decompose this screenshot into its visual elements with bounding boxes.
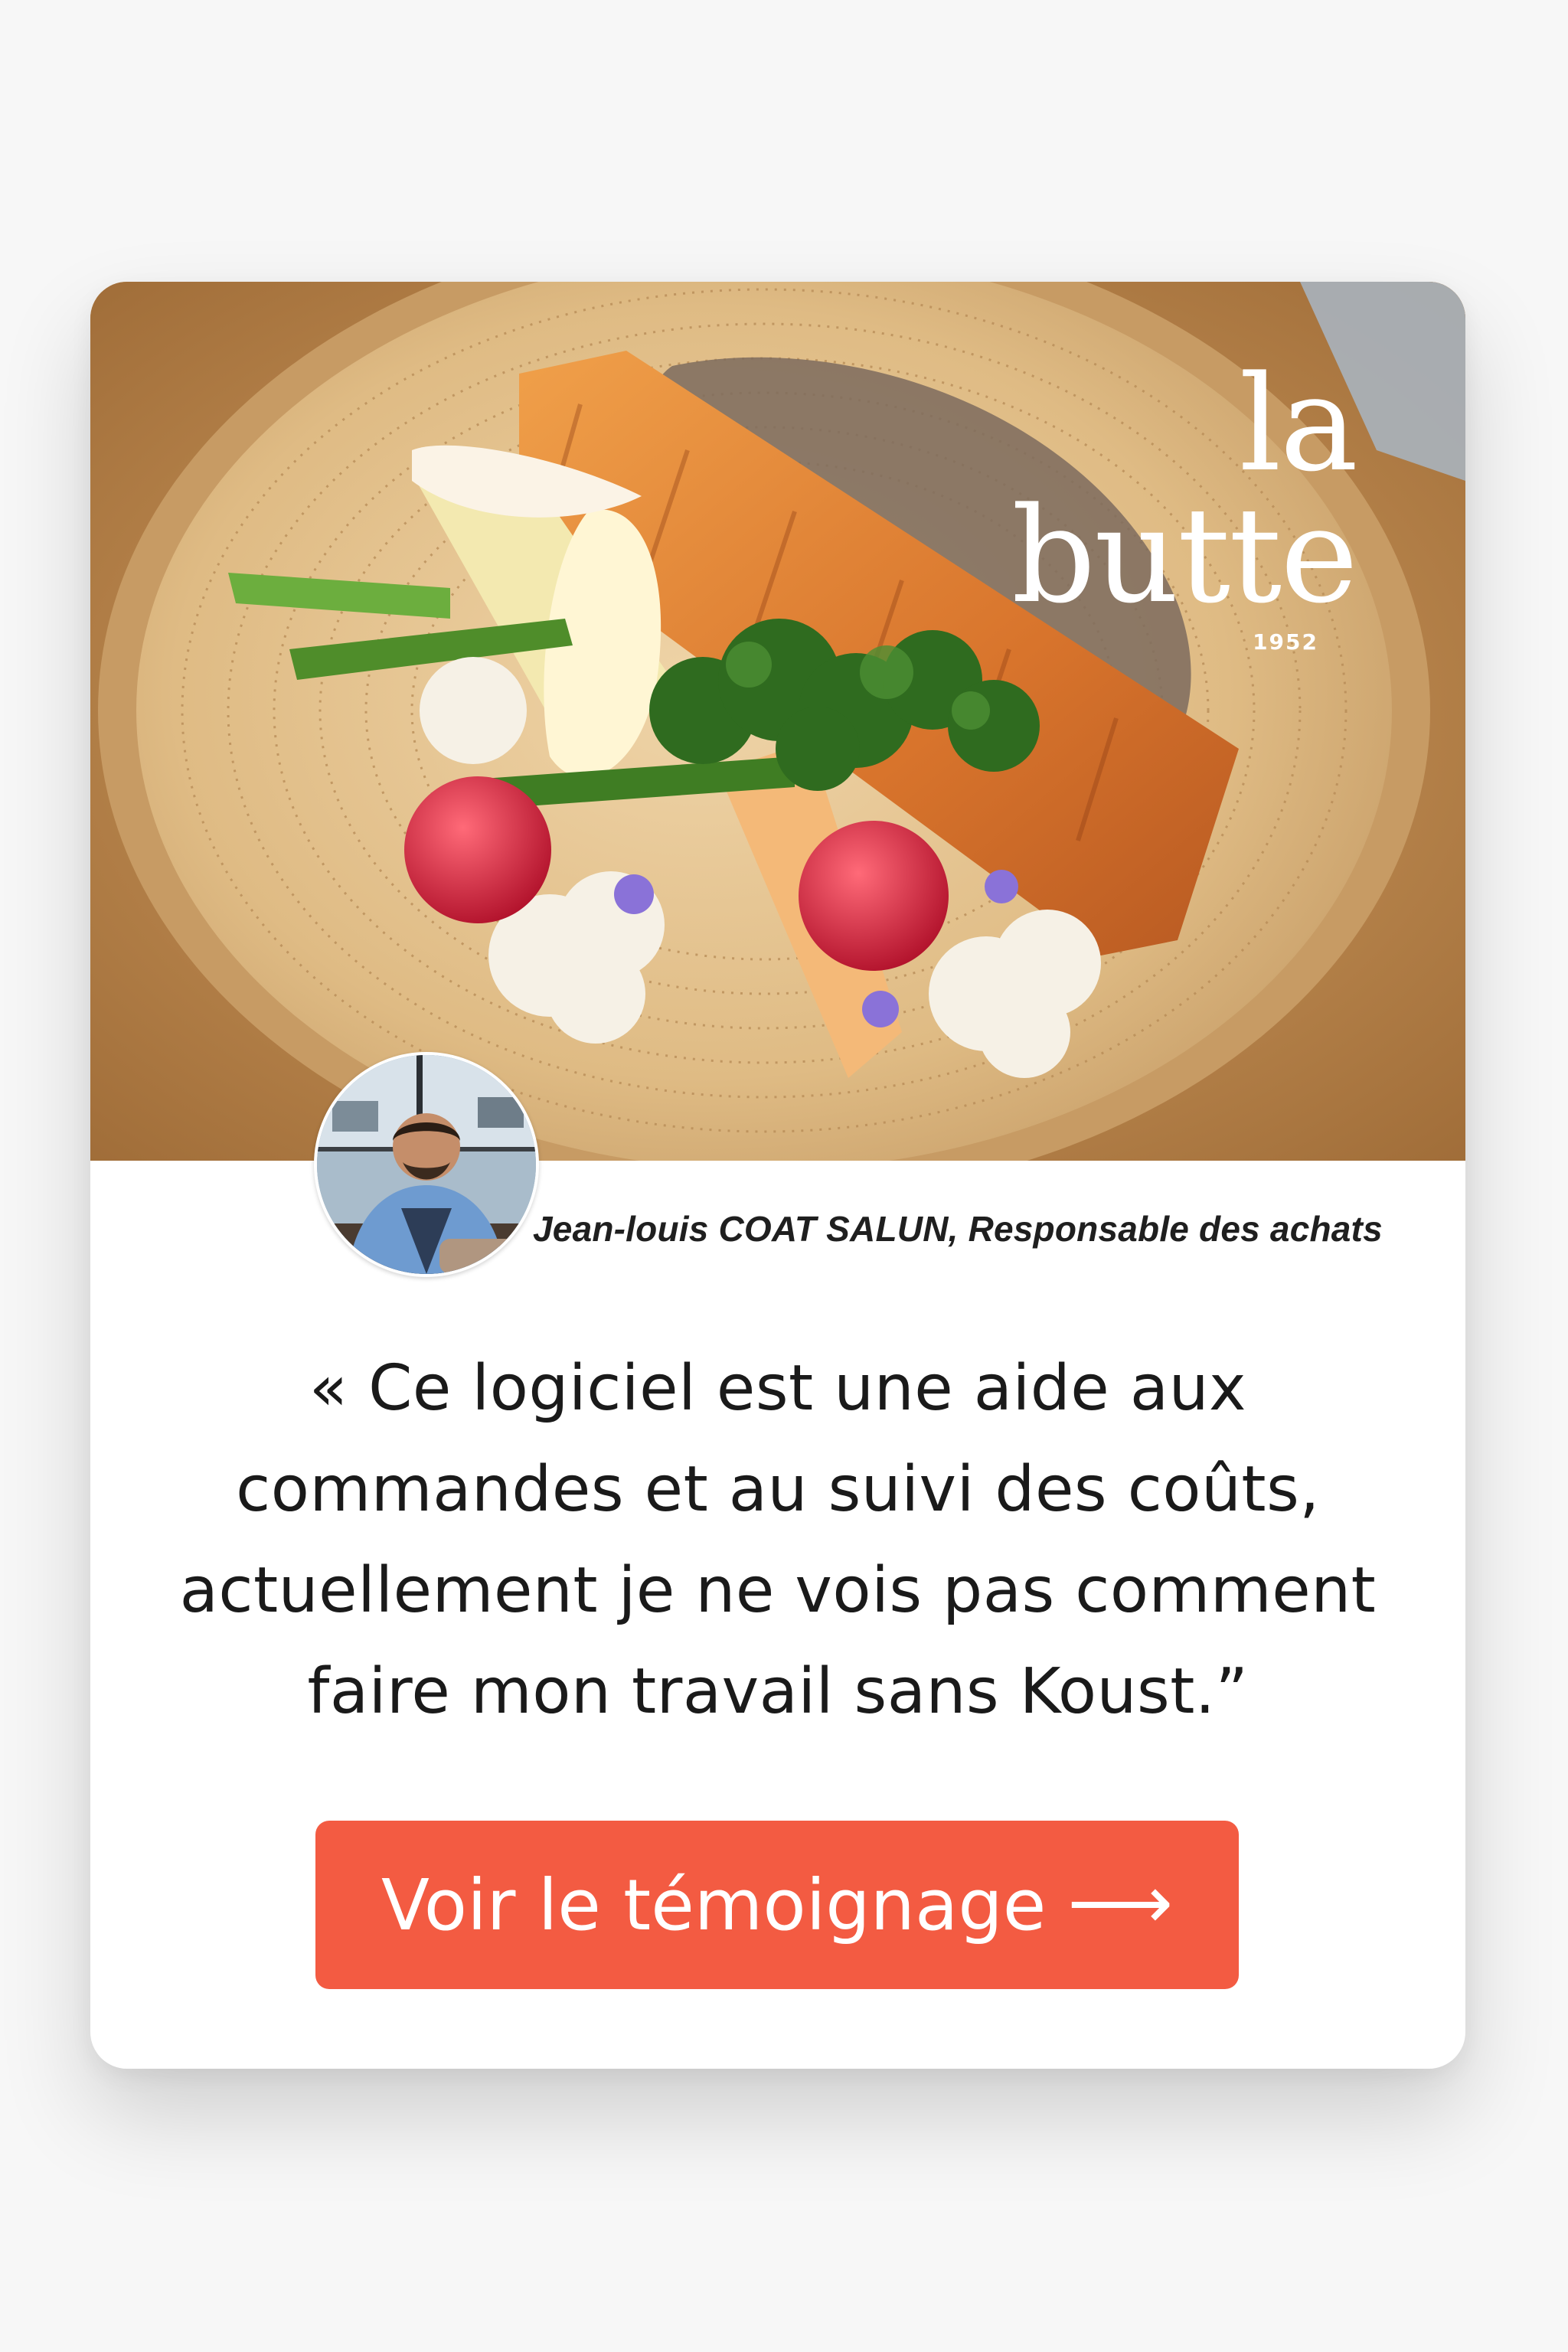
cta-label: Voir le témoignage — [381, 1864, 1047, 1946]
view-testimonial-button[interactable]: Voir le témoignage ⟶ — [315, 1821, 1239, 1989]
brand-year: 1952 — [1253, 629, 1318, 655]
testimonial-card: la butte 1952 Jean-louis COAT SALUN, Res… — [90, 282, 1465, 2069]
long-right-arrow-icon: ⟶ — [1067, 1860, 1173, 1945]
brand-logo: la butte 1952 — [928, 347, 1358, 655]
author-name-title: Jean-louis COAT SALUN, Responsable des a… — [533, 1209, 1383, 1249]
author-avatar — [314, 1052, 539, 1277]
quote-line: actuellement je ne vois pas comment — [179, 1554, 1377, 1627]
quote-line: commandes et au suivi des coûts, — [236, 1453, 1320, 1526]
dish-photo: la butte 1952 — [90, 282, 1465, 1161]
brand-name: la butte — [1011, 347, 1358, 632]
quote-line: « Ce logiciel est une aide aux — [309, 1352, 1247, 1425]
quote-line: faire mon travail sans Koust.” — [307, 1655, 1249, 1728]
testimonial-quote: « Ce logiciel est une aide aux commandes… — [121, 1338, 1435, 1743]
